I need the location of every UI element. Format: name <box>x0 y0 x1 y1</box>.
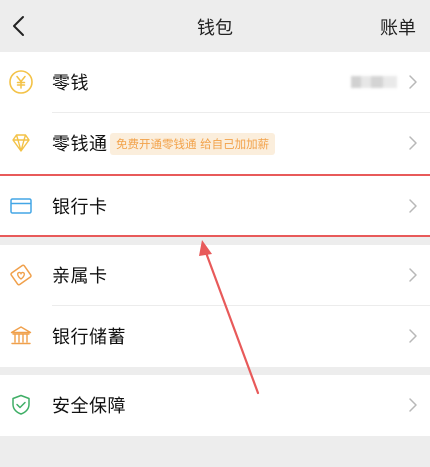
chevron-right-icon <box>409 199 417 213</box>
promo-badge[interactable]: 免费开通零钱通 给自己加加薪 <box>110 133 276 155</box>
blurred-balance-value <box>351 76 397 88</box>
bank-card-icon <box>10 198 32 214</box>
family-card-icon <box>10 264 32 286</box>
row-label: 零钱 <box>52 73 89 94</box>
row-family-card[interactable]: 亲属卡 <box>0 245 430 306</box>
row-label: 安全保障 <box>52 396 126 417</box>
row-security[interactable]: 安全保障 <box>0 375 430 436</box>
wallet-group-balance: 零钱 零钱通 免费开通零钱通 给自己加加薪 <box>0 52 430 174</box>
bank-building-icon <box>10 326 32 345</box>
row-label: 银行储蓄 <box>52 327 126 348</box>
row-lingqiantong[interactable]: 零钱通 免费开通零钱通 给自己加加薪 <box>0 113 430 174</box>
wallet-group-cards: 银行卡 <box>0 176 430 237</box>
row-change[interactable]: 零钱 <box>0 52 430 113</box>
chevron-right-icon <box>409 136 417 150</box>
yuan-coin-icon <box>9 70 33 94</box>
wallet-group-security: 安全保障 <box>0 375 430 436</box>
chevron-right-icon <box>409 75 417 89</box>
row-bank-card[interactable]: 银行卡 <box>0 176 430 237</box>
row-label: 零钱通 <box>52 134 108 155</box>
diamond-icon <box>12 134 30 152</box>
chevron-right-icon <box>409 329 417 343</box>
row-label: 银行卡 <box>52 197 108 218</box>
bill-button[interactable]: 账单 <box>380 14 416 40</box>
wallet-group-family: 亲属卡 银行储蓄 <box>0 245 430 367</box>
row-bank-savings[interactable]: 银行储蓄 <box>0 306 430 367</box>
shield-check-icon <box>12 394 30 415</box>
chevron-right-icon <box>409 268 417 282</box>
page-title: 钱包 <box>197 18 233 39</box>
chevron-right-icon <box>409 398 417 412</box>
row-label: 亲属卡 <box>52 266 108 287</box>
nav-bar: 钱包 账单 <box>0 0 430 52</box>
